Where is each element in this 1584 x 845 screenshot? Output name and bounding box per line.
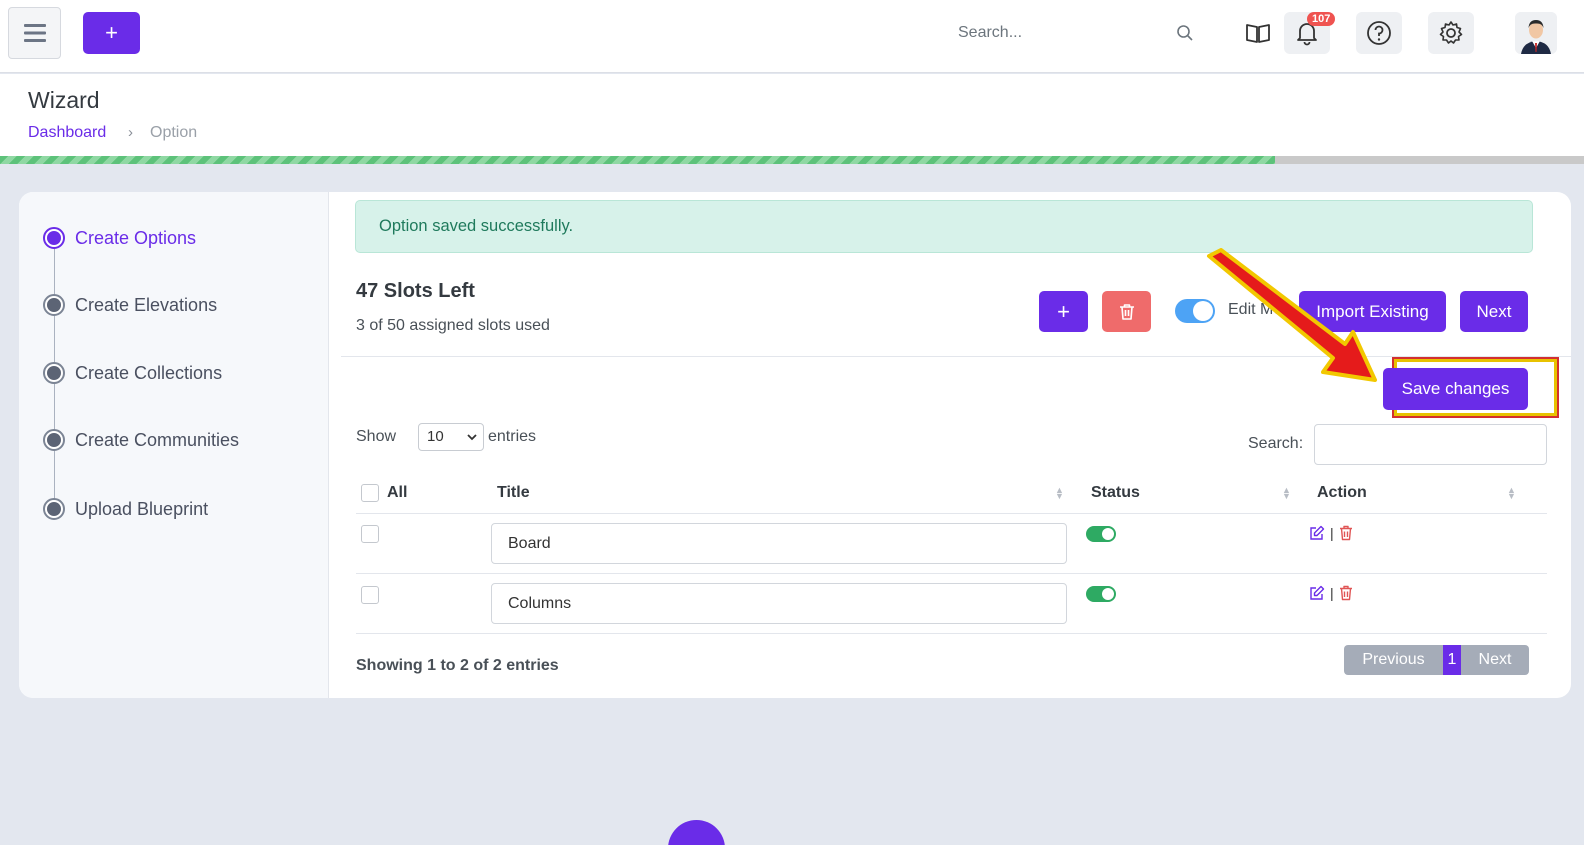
menu-icon <box>23 24 46 42</box>
select-all-checkbox[interactable] <box>361 484 379 502</box>
step-label: Create Communities <box>75 429 240 450</box>
step-label: Create Collections <box>75 362 223 383</box>
row-actions: | <box>1309 585 1353 601</box>
pagination-next-button[interactable]: Next <box>1461 645 1529 675</box>
breadcrumb-separator: › <box>128 124 133 141</box>
pagination-page-button[interactable]: 1 <box>1443 645 1461 675</box>
trash-icon[interactable] <box>1339 585 1353 601</box>
wizard-progress-fill <box>0 156 1276 164</box>
step-indicator-icon <box>43 362 65 384</box>
slots-used-text: 3 of 50 assigned slots used <box>356 317 550 334</box>
row-checkbox[interactable] <box>361 525 379 543</box>
page-size-select[interactable]: 10 <box>418 423 484 451</box>
step-upload-blueprint[interactable]: Upload Blueprint <box>43 498 208 520</box>
step-create-elevations[interactable]: Create Elevations <box>43 294 217 316</box>
page-title: Wizard <box>28 87 100 113</box>
step-create-communities[interactable]: Create Communities <box>43 429 239 451</box>
step-indicator-icon <box>43 227 65 249</box>
table-search-label: Search: <box>1248 435 1304 452</box>
hamburger-menu-button[interactable] <box>8 7 61 59</box>
step-create-collections[interactable]: Create Collections <box>43 362 222 384</box>
docs-button[interactable] <box>1235 12 1281 54</box>
breadcrumb-dashboard-link[interactable]: Dashboard <box>28 124 106 142</box>
page-header: Wizard Dashboard › Option <box>0 74 1584 156</box>
settings-button[interactable] <box>1428 12 1474 54</box>
step-label: Upload Blueprint <box>75 498 209 519</box>
top-bar: + Search... 107 <box>0 0 1584 73</box>
step-label: Create Options <box>75 227 197 248</box>
next-step-button[interactable]: Next <box>1460 291 1528 332</box>
gear-icon <box>1439 21 1463 44</box>
show-label: Show <box>356 428 397 445</box>
user-avatar-icon <box>1515 12 1557 54</box>
pagination: Previous 1 Next <box>1344 645 1529 675</box>
action-separator: | <box>1330 525 1334 541</box>
step-label: Create Elevations <box>75 294 218 315</box>
breadcrumb-current: Option <box>150 124 198 141</box>
sort-icon[interactable]: ▲ ▼ <box>1282 486 1291 501</box>
row-status-toggle[interactable] <box>1086 586 1116 602</box>
global-search-input[interactable]: Search... <box>958 24 1022 42</box>
column-header-action[interactable]: Action <box>1317 484 1367 502</box>
row-actions: | <box>1309 525 1353 541</box>
save-changes-button[interactable]: Save changes <box>1383 368 1528 410</box>
action-separator: | <box>1330 585 1334 601</box>
trash-icon[interactable] <box>1339 525 1353 541</box>
table-row-divider <box>356 633 1547 634</box>
add-option-button[interactable]: + <box>1039 291 1088 332</box>
success-alert: Option saved successfully. <box>355 200 1533 253</box>
row-title-input[interactable]: Columns <box>491 583 1067 624</box>
table-row-divider <box>356 573 1547 574</box>
trash-icon <box>1119 303 1134 320</box>
wizard-progress-bar <box>0 156 1584 164</box>
step-indicator-icon <box>43 294 65 316</box>
step-create-options[interactable]: Create Options <box>43 227 196 249</box>
sort-icon[interactable]: ▲ ▼ <box>1507 486 1516 501</box>
column-header-title[interactable]: Title <box>497 484 530 502</box>
step-indicator-icon <box>43 498 65 520</box>
slots-left-heading: 47 Slots Left <box>356 280 475 302</box>
table-header-divider <box>356 513 1547 514</box>
entries-label: entries <box>488 428 537 445</box>
delete-selected-button[interactable] <box>1102 291 1151 332</box>
chevron-down-icon <box>467 434 477 441</box>
column-header-status[interactable]: Status <box>1091 484 1140 502</box>
row-checkbox[interactable] <box>361 586 379 604</box>
annotation-arrow-icon <box>1207 248 1377 382</box>
column-header-all: All <box>387 484 408 501</box>
help-circle-icon <box>1367 21 1391 45</box>
sort-icon[interactable]: ▲ ▼ <box>1055 486 1064 501</box>
edit-icon[interactable] <box>1309 585 1325 601</box>
quick-add-button[interactable]: + <box>83 12 140 54</box>
notification-count-badge: 107 <box>1307 12 1336 26</box>
search-icon[interactable] <box>1176 24 1194 42</box>
pagination-previous-button[interactable]: Previous <box>1344 645 1443 675</box>
table-search-input[interactable] <box>1314 424 1547 465</box>
help-button[interactable] <box>1356 12 1402 54</box>
user-avatar[interactable] <box>1515 12 1557 54</box>
page-size-value: 10 <box>427 428 444 445</box>
table-info-text: Showing 1 to 2 of 2 entries <box>356 657 559 674</box>
edit-icon[interactable] <box>1309 525 1325 541</box>
book-icon <box>1246 24 1270 43</box>
row-status-toggle[interactable] <box>1086 526 1116 542</box>
step-indicator-icon <box>43 429 65 451</box>
floating-action-button[interactable] <box>668 820 725 845</box>
row-title-input[interactable]: Board <box>491 523 1067 564</box>
wizard-stepper: Create Options Create Elevations Create … <box>19 192 329 698</box>
